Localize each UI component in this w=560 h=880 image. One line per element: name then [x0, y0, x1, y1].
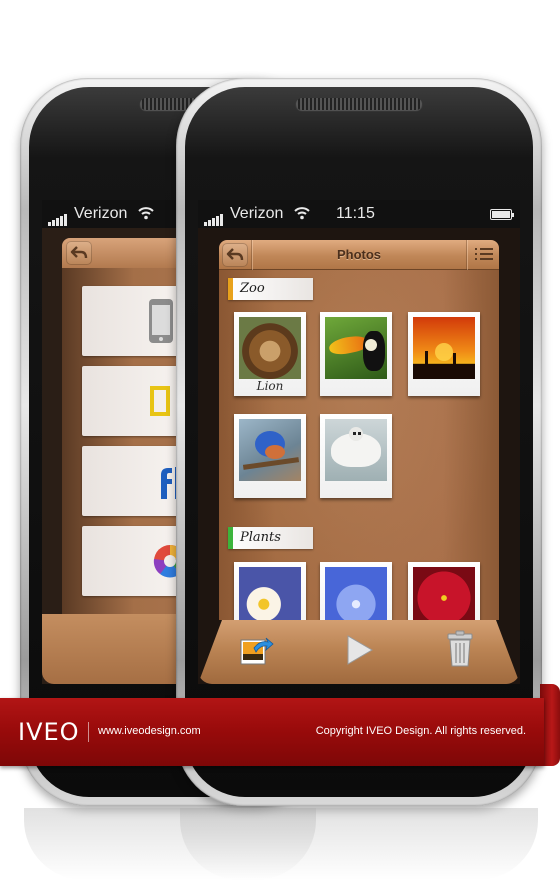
brand-logo: IVEO [18, 718, 80, 746]
share-photo-icon [240, 637, 274, 665]
photo-caption: Lion [256, 379, 284, 393]
bottom-toolbar [198, 620, 520, 684]
header-divider [466, 240, 467, 270]
play-button[interactable] [340, 632, 376, 668]
banner-ribbon: IVEO www.iveodesign.com Copyright IVEO D… [0, 698, 544, 766]
lion-photo [239, 317, 301, 379]
section-accent [228, 278, 233, 300]
trash-button[interactable] [442, 630, 478, 667]
photo-white-owl[interactable] [320, 414, 392, 498]
photo-red-flower[interactable] [408, 562, 480, 620]
photo-lion[interactable]: Lion [234, 312, 306, 396]
website-link[interactable]: www.iveodesign.com [98, 725, 201, 737]
wifi-icon [138, 207, 154, 220]
trash-icon [447, 630, 473, 667]
section-title: Plants [240, 530, 281, 545]
photo-daisies[interactable] [234, 562, 306, 620]
brand-banner: IVEO www.iveodesign.com Copyright IVEO D… [0, 684, 560, 766]
photo-blue-flower[interactable] [320, 562, 392, 620]
toucan-photo [325, 317, 387, 379]
photo-bluebird[interactable] [234, 414, 306, 498]
front-phone-screen: Verizon 11:15 Photos Zoo Lion Plants [198, 200, 520, 684]
front-phone-speaker [296, 98, 422, 110]
list-menu-button[interactable] [475, 246, 493, 262]
section-title: Zoo [240, 281, 265, 296]
wifi-icon [294, 207, 310, 220]
photo-toucan[interactable] [320, 312, 392, 396]
signal-icon [204, 208, 224, 226]
national-geographic-icon [150, 386, 170, 416]
back-arrow-icon [70, 246, 88, 259]
clock-time: 11:15 [336, 205, 375, 222]
section-label-plants: Plants [228, 527, 313, 549]
battery-icon [490, 209, 514, 220]
phone-app-icon [149, 299, 173, 343]
carrier-label: Verizon [230, 205, 284, 222]
back-button[interactable] [66, 241, 92, 265]
photos-header: Photos [219, 240, 499, 270]
photo-giraffe-sunset[interactable] [408, 312, 480, 396]
section-accent [228, 527, 233, 549]
banner-divider [88, 722, 89, 742]
daisies-photo [239, 567, 301, 620]
page-title: Photos [336, 247, 382, 262]
photos-panel: Photos Zoo Lion Plants [219, 240, 499, 620]
carrier-label: Verizon [74, 205, 128, 222]
front-phone-reflection [180, 808, 538, 880]
white-owl-photo [325, 419, 387, 481]
play-icon [347, 635, 373, 665]
front-status-bar: Verizon 11:15 [198, 200, 520, 228]
blue-flower-photo [325, 567, 387, 620]
share-photo-button[interactable] [238, 632, 274, 668]
giraffe-sunset-photo [413, 317, 475, 379]
section-label-zoo: Zoo [228, 278, 313, 300]
red-flower-photo [413, 567, 475, 620]
signal-icon [48, 208, 68, 226]
bluebird-photo [239, 419, 301, 481]
copyright-notice: Copyright IVEO Design. All rights reserv… [315, 725, 526, 737]
